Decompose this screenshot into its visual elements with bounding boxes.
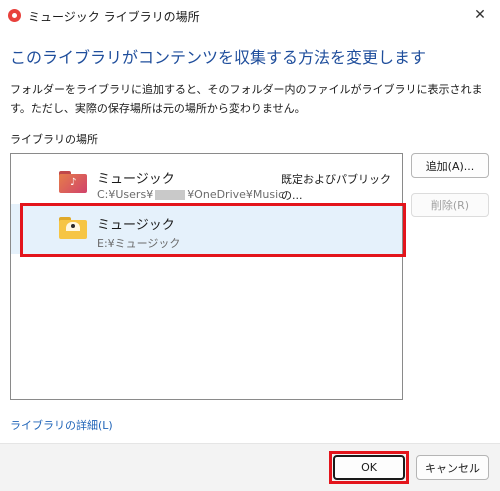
location-path-suffix: ¥OneDrive¥Music — [187, 188, 285, 201]
ok-button[interactable]: OK — [333, 455, 405, 480]
library-details-link[interactable]: ライブラリの詳細(L) — [10, 417, 113, 433]
folder-icon — [59, 217, 87, 239]
window-title: ミュージック ライブラリの場所 — [28, 10, 200, 24]
redacted-username — [155, 190, 186, 200]
location-name: ミュージック — [97, 172, 175, 187]
remove-folder-button[interactable]: 削除(R) — [411, 193, 489, 217]
title-bar: ミュージック ライブラリの場所 ✕ — [0, 0, 500, 31]
location-path: C:¥Users¥ ¥OneDrive¥Music — [97, 188, 284, 201]
media-player-icon — [8, 9, 21, 22]
location-path: E:¥ミュージック — [97, 237, 181, 250]
dialog-heading: このライブラリがコンテンツを収集する方法を変更します — [10, 48, 427, 67]
location-path-prefix: C:¥Users¥ — [97, 188, 154, 201]
location-item-e-music[interactable]: ミュージック E:¥ミュージック — [11, 204, 402, 254]
cancel-button[interactable]: キャンセル — [416, 455, 489, 480]
location-item-onedrive-music[interactable]: ♪ ミュージック C:¥Users¥ ¥OneDrive¥Music 既定およびパ… — [11, 154, 402, 204]
location-status: 既定およびパブリックの... — [281, 173, 391, 202]
dialog-description: フォルダーをライブラリに追加すると、そのフォルダー内のファイルがライブラリに表示… — [10, 83, 483, 115]
close-button[interactable]: ✕ — [468, 4, 492, 26]
location-name: ミュージック — [97, 218, 175, 233]
add-folder-button[interactable]: 追加(A)... — [411, 153, 489, 178]
music-folder-icon: ♪ — [59, 171, 87, 193]
library-locations-list[interactable]: ♪ ミュージック C:¥Users¥ ¥OneDrive¥Music 既定およびパ… — [10, 153, 403, 400]
library-locations-label: ライブラリの場所 — [10, 133, 98, 146]
